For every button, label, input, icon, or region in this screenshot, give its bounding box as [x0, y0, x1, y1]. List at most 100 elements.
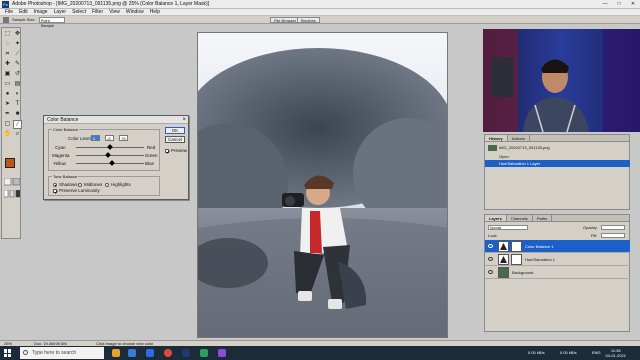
- photo-image: [198, 33, 447, 337]
- ok-button[interactable]: OK: [165, 127, 185, 134]
- menu-help[interactable]: Help: [147, 9, 163, 16]
- maximize-button[interactable]: □: [612, 0, 626, 9]
- minimize-button[interactable]: —: [598, 0, 612, 9]
- menu-filter[interactable]: Filter: [89, 9, 106, 16]
- midtones-radio[interactable]: [78, 183, 82, 187]
- taskbar: Type here to search 0.00 kB/s 0.00 kB/s …: [0, 346, 640, 360]
- foreground-color-swatch[interactable]: [5, 158, 15, 168]
- menu-file[interactable]: File: [2, 9, 16, 16]
- eyedropper-icon[interactable]: ⁄: [13, 120, 22, 129]
- search-placeholder: Type here to search: [32, 350, 77, 356]
- visibility-eye-icon[interactable]: [488, 257, 493, 261]
- history-brush-icon[interactable]: ↺: [13, 70, 22, 79]
- screen-mode-icon[interactable]: [4, 190, 20, 198]
- layer-row-hue-saturation[interactable]: Hue/Saturation 1: [485, 253, 630, 266]
- shadows-label: Shadows: [59, 182, 78, 187]
- eyedropper-icon[interactable]: [3, 16, 9, 23]
- language-indicator[interactable]: ENG: [592, 346, 601, 360]
- document-canvas[interactable]: [197, 32, 448, 338]
- tab-channels[interactable]: Channels: [507, 215, 533, 221]
- search-icon: [23, 350, 28, 355]
- layer-mask-thumbnail[interactable]: [511, 254, 522, 265]
- history-item-hue-saturation[interactable]: Hue/Saturation 1 Layer: [485, 160, 630, 167]
- tab-history[interactable]: History: [485, 135, 508, 141]
- healing-icon[interactable]: ✚: [3, 60, 12, 69]
- edge-icon[interactable]: [146, 349, 154, 357]
- windows-start-icon[interactable]: [4, 349, 12, 357]
- menu-edit[interactable]: Edit: [16, 9, 31, 16]
- brush-icon[interactable]: ✎: [13, 60, 22, 69]
- path-select-icon[interactable]: ➤: [3, 100, 12, 109]
- tab-actions[interactable]: Actions: [508, 135, 530, 141]
- gradient-icon[interactable]: ▤: [13, 80, 22, 89]
- cancel-button[interactable]: Cancel: [165, 136, 185, 143]
- level-input-yellow-blue[interactable]: +5: [119, 135, 128, 141]
- level-input-magenta-green[interactable]: -6: [105, 135, 114, 141]
- file-browser-tab[interactable]: File Browser: [270, 17, 301, 23]
- app-icon[interactable]: [218, 349, 226, 357]
- preserve-luminosity-checkbox[interactable]: [53, 189, 58, 194]
- crop-icon[interactable]: ⌗: [3, 50, 12, 59]
- options-bar: Sample Size: Point Sample File Browser B…: [0, 16, 640, 28]
- lasso-icon[interactable]: ◌: [3, 40, 12, 49]
- task-view-icon[interactable]: [128, 349, 136, 357]
- shadows-radio[interactable]: [53, 183, 57, 187]
- hand-icon[interactable]: ✋: [3, 130, 12, 139]
- notes-icon[interactable]: ▢: [3, 120, 12, 129]
- close-button[interactable]: ✕: [626, 0, 640, 9]
- type-icon[interactable]: T: [13, 100, 22, 109]
- brushes-tab[interactable]: Brushes: [297, 17, 320, 23]
- layer-mask-thumbnail[interactable]: [511, 241, 522, 252]
- tab-layers[interactable]: Layers: [485, 215, 507, 221]
- visibility-eye-icon[interactable]: [488, 270, 493, 274]
- menu-view[interactable]: View: [106, 9, 123, 16]
- history-snapshot[interactable]: IMG_20200713_091135.png: [485, 144, 630, 151]
- layers-panel: Layers Channels Paths Normal Opacity: Lo…: [484, 214, 630, 332]
- network-upload-speed: 0.00 kB/s: [528, 350, 545, 355]
- adjustment-layer-icon: [498, 254, 509, 265]
- slider-right-label-red: Red: [147, 145, 156, 150]
- opacity-input[interactable]: [601, 225, 625, 230]
- move-icon[interactable]: ✥: [13, 30, 22, 39]
- zoom-icon[interactable]: ⌕: [13, 130, 22, 139]
- marquee-icon[interactable]: ⬚: [3, 30, 12, 39]
- tab-paths[interactable]: Paths: [533, 215, 553, 221]
- app-icon[interactable]: [200, 349, 208, 357]
- layer-row-background[interactable]: Background: [485, 266, 630, 279]
- highlights-label: Highlights: [111, 182, 131, 187]
- adjustment-layer-icon: [498, 241, 509, 252]
- blend-mode-select[interactable]: Normal: [488, 225, 528, 230]
- dialog-close-icon[interactable]: ×: [182, 116, 186, 124]
- dodge-icon[interactable]: ◐: [13, 90, 22, 99]
- history-item-open[interactable]: Open: [485, 153, 630, 160]
- visibility-eye-icon[interactable]: [488, 244, 493, 248]
- magic-wand-icon[interactable]: ✦: [13, 40, 22, 49]
- file-explorer-icon[interactable]: [112, 349, 120, 357]
- taskbar-clock[interactable]: 11:38 04-01-2021: [606, 348, 626, 358]
- chrome-icon[interactable]: [164, 349, 172, 357]
- sample-size-select[interactable]: Point Sample: [38, 16, 65, 28]
- layer-thumbnail: [498, 267, 509, 278]
- taskbar-search-input[interactable]: Type here to search: [20, 347, 104, 359]
- layer-row-color-balance[interactable]: Color Balance 1: [485, 240, 630, 253]
- lock-label: Lock:: [488, 233, 498, 238]
- stamp-icon[interactable]: ▣: [3, 70, 12, 79]
- layer-name: Hue/Saturation 1: [525, 257, 556, 262]
- shape-icon[interactable]: ■: [13, 110, 22, 119]
- menu-window[interactable]: Window: [123, 9, 147, 16]
- pen-icon[interactable]: ✒: [3, 110, 12, 119]
- blur-icon[interactable]: ●: [3, 90, 12, 99]
- level-input-cyan-red[interactable]: 0: [91, 135, 100, 141]
- highlights-radio[interactable]: [105, 183, 109, 187]
- preview-checkbox[interactable]: [165, 149, 170, 154]
- menu-image[interactable]: Image: [31, 9, 51, 16]
- preview-label: Preview: [171, 148, 188, 153]
- photoshop-taskbar-icon[interactable]: [182, 349, 190, 357]
- toolbox: ⬚ ✥ ◌ ✦ ⌗ ⟋ ✚ ✎ ▣ ↺ ▭ ▤ ● ◐ ➤ T ✒ ■ ▢ ⁄ …: [1, 27, 22, 239]
- slice-icon[interactable]: ⟋: [13, 50, 22, 59]
- menu-select[interactable]: Select: [69, 9, 89, 16]
- eraser-icon[interactable]: ▭: [3, 80, 12, 89]
- fill-input[interactable]: [601, 233, 625, 238]
- menu-layer[interactable]: Layer: [51, 9, 70, 16]
- quick-mask-icon[interactable]: [4, 178, 20, 186]
